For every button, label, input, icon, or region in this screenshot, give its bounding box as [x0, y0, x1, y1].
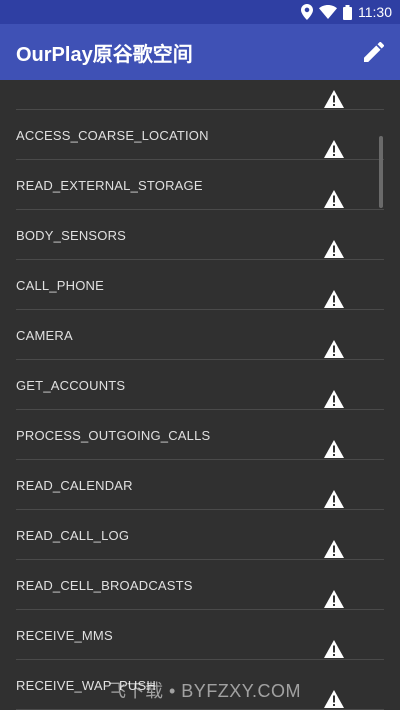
permission-name: GET_ACCOUNTS [16, 378, 126, 393]
wifi-icon [319, 5, 337, 19]
permission-row[interactable]: READ_EXTERNAL_STORAGE [0, 160, 400, 210]
permission-name: CAMERA [16, 328, 73, 343]
app-title: OurPlay原谷歌空间 [16, 43, 193, 66]
watermark: 飞下载 • BYFZXY.COM [108, 681, 301, 701]
permission-row[interactable]: ACCESS_COARSE_LOCATION [0, 110, 400, 160]
permission-name: READ_EXTERNAL_STORAGE [16, 178, 203, 193]
location-icon [301, 4, 313, 20]
permission-row[interactable]: CALL_PHONE [0, 260, 400, 310]
permission-name: READ_CELL_BROADCASTS [16, 578, 193, 593]
permission-row[interactable]: RECEIVE_MMS [0, 610, 400, 660]
permission-name: READ_CALL_LOG [16, 528, 130, 543]
permission-name: READ_CALENDAR [16, 478, 133, 493]
permission-list[interactable]: ACCESS_COARSE_LOCATION READ_EXTERNAL_STOR… [0, 80, 400, 710]
permission-name: BODY_SENSORS [16, 228, 127, 243]
permission-row[interactable]: GET_ACCOUNTS [0, 360, 400, 410]
status-time: 11:30 [358, 4, 392, 20]
warning-icon [324, 90, 344, 108]
permission-row[interactable]: CAMERA [0, 310, 400, 360]
permission-row[interactable]: READ_CELL_BROADCASTS [0, 560, 400, 610]
permission-row[interactable]: BODY_SENSORS [0, 210, 400, 260]
permission-row[interactable] [0, 80, 400, 110]
warning-icon [324, 590, 344, 608]
warning-icon [324, 490, 344, 508]
app-bar: OurPlay原谷歌空间 [0, 24, 400, 80]
status-bar: 11:30 [0, 0, 400, 24]
warning-icon [324, 390, 344, 408]
warning-icon [324, 190, 344, 208]
battery-icon [343, 4, 352, 20]
permission-name: ACCESS_COARSE_LOCATION [16, 128, 209, 143]
permission-row[interactable]: READ_CALL_LOG [0, 510, 400, 560]
warning-icon [324, 690, 344, 708]
warning-icon [324, 340, 344, 358]
permission-name: CALL_PHONE [16, 278, 104, 293]
permission-name: RECEIVE_MMS [16, 628, 113, 643]
warning-icon [324, 290, 344, 308]
permission-row[interactable]: READ_CALENDAR [0, 460, 400, 510]
permission-row[interactable]: PROCESS_OUTGOING_CALLS [0, 410, 400, 460]
warning-icon [324, 140, 344, 158]
warning-icon [324, 240, 344, 258]
warning-icon [324, 640, 344, 658]
permission-name: PROCESS_OUTGOING_CALLS [16, 428, 211, 443]
warning-icon [324, 440, 344, 458]
edit-icon[interactable] [362, 40, 386, 64]
warning-icon [324, 540, 344, 558]
scrollbar[interactable] [379, 136, 383, 208]
